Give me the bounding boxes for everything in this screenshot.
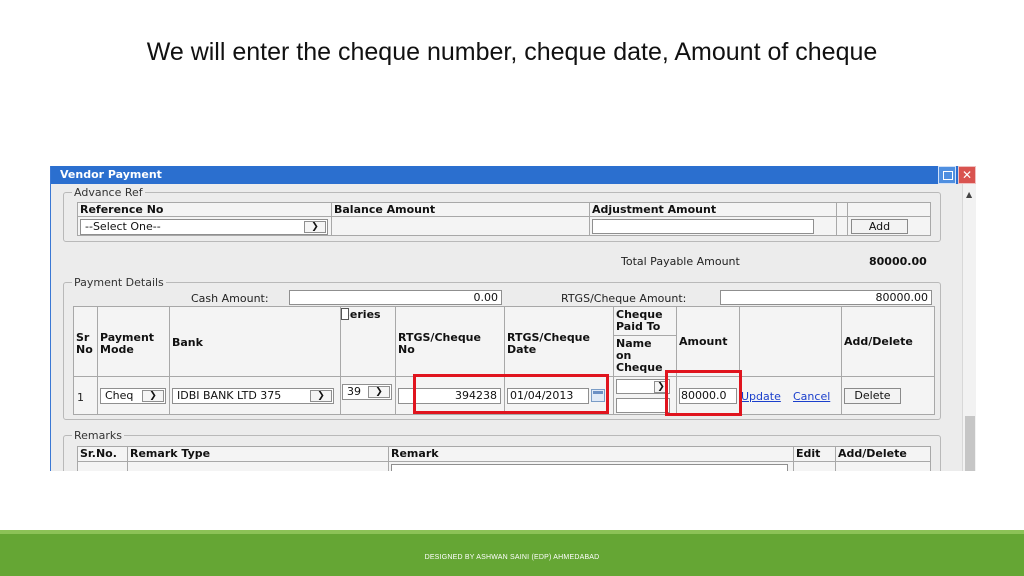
- advance-ref-col-divider: [836, 202, 837, 236]
- update-link[interactable]: Update: [741, 390, 781, 403]
- footer-band: [0, 530, 1024, 576]
- delete-button[interactable]: Delete: [844, 388, 901, 404]
- payment-table-col-divider: [340, 306, 341, 415]
- series-select[interactable]: 39 ❯: [342, 384, 392, 400]
- highlight-amount: [665, 370, 742, 416]
- vertical-scrollbar[interactable]: ▲: [962, 184, 976, 471]
- window-title: Vendor Payment: [51, 166, 976, 184]
- payment-mode-select[interactable]: Cheq ❯: [100, 388, 166, 404]
- chevron-down-icon[interactable]: ❯: [368, 386, 390, 398]
- remarks-header-divider: [77, 461, 931, 462]
- payment-table-col-divider: [169, 306, 170, 415]
- rtgs-cheque-amount-input[interactable]: 80000.00: [720, 290, 932, 305]
- col-remark: Remark: [391, 447, 439, 460]
- series-value: 39: [347, 385, 361, 398]
- col-balance-amount: Balance Amount: [334, 203, 436, 216]
- col-rtgs-date-2: Date: [507, 343, 537, 356]
- footer-stripe: [0, 530, 1024, 534]
- advance-ref-header-divider: [77, 216, 931, 217]
- col-paid-to-2: Paid To: [616, 320, 661, 333]
- advance-ref-col-divider: [847, 202, 848, 236]
- col-bank: Bank: [172, 336, 203, 349]
- col-remark-edit: Edit: [796, 447, 821, 460]
- cancel-link[interactable]: Cancel: [793, 390, 830, 403]
- payment-table-col-divider: [613, 306, 614, 415]
- maximize-icon[interactable]: [938, 166, 956, 184]
- chevron-down-icon[interactable]: ❯: [310, 390, 332, 402]
- remarks-col-divider: [127, 446, 128, 471]
- rtgs-cheque-amount-label: RTGS/Cheque Amount:: [561, 292, 687, 305]
- col-payment-mode-2: Mode: [100, 343, 134, 356]
- chevron-down-icon[interactable]: ❯: [142, 390, 164, 402]
- cash-amount-input[interactable]: 0.00: [289, 290, 502, 305]
- remarks-legend: Remarks: [74, 429, 122, 442]
- close-icon[interactable]: ✕: [958, 166, 976, 184]
- col-remark-sr-no: Sr.No.: [80, 447, 117, 460]
- scrollbar-thumb[interactable]: [965, 416, 975, 471]
- chevron-down-icon[interactable]: ❯: [304, 221, 326, 233]
- total-payable-label: Total Payable Amount: [621, 255, 740, 268]
- col-remark-add-delete: Add/Delete: [838, 447, 907, 460]
- advance-ref-col-divider: [331, 202, 332, 236]
- payment-details-legend: Payment Details: [74, 276, 164, 289]
- reference-no-select[interactable]: --Select One-- ❯: [80, 219, 328, 235]
- cash-amount-label: Cash Amount:: [191, 292, 269, 305]
- bank-select[interactable]: IDBI BANK LTD 375 ❯: [172, 388, 334, 404]
- remarks-col-divider: [388, 446, 389, 471]
- advance-ref-col-divider: [589, 202, 590, 236]
- vendor-payment-window: Vendor Payment ✕ ▲ Advance Ref Reference…: [50, 166, 976, 471]
- col-name-on-cheque-3: Cheque: [616, 361, 663, 374]
- slide-title: We will enter the cheque number, cheque …: [146, 38, 878, 66]
- col-reference-no: Reference No: [80, 203, 164, 216]
- col-adjustment-amount: Adjustment Amount: [592, 203, 717, 216]
- payment-table-col-divider: [395, 306, 396, 415]
- advance-ref-legend: Advance Ref: [74, 186, 143, 199]
- col-remark-type: Remark Type: [130, 447, 211, 460]
- remarks-col-divider: [835, 446, 836, 471]
- name-on-cheque-input[interactable]: [616, 398, 670, 413]
- reference-no-select-value: --Select One--: [85, 220, 161, 233]
- series-checkbox[interactable]: [341, 308, 349, 320]
- payment-mode-value: Cheq: [105, 389, 134, 402]
- col-sr-no-2: No: [76, 343, 93, 356]
- remarks-col-divider: [793, 446, 794, 471]
- paid-to-select[interactable]: ❯: [616, 379, 670, 394]
- col-add-delete: Add/Delete: [844, 335, 913, 348]
- payment-table-col-divider: [97, 306, 98, 415]
- total-payable-value: 80000.00: [869, 255, 927, 268]
- footer-credit: DESIGNED BY ASHWAN SAINI (EDP) AHMEDABAD: [424, 554, 600, 561]
- col-rtgs-no-2: No: [398, 343, 415, 356]
- add-advance-button[interactable]: Add: [851, 219, 908, 234]
- remark-input[interactable]: [391, 464, 788, 471]
- row-sr-no: 1: [77, 391, 84, 404]
- adjustment-amount-input[interactable]: [592, 219, 814, 234]
- col-amount: Amount: [679, 335, 728, 348]
- scroll-up-icon[interactable]: ▲: [966, 190, 972, 199]
- paid-to-subdivider: [613, 335, 676, 336]
- payment-table-col-divider: [841, 306, 842, 415]
- highlight-cheque-no-date: [413, 374, 609, 414]
- bank-value: IDBI BANK LTD 375: [177, 389, 282, 402]
